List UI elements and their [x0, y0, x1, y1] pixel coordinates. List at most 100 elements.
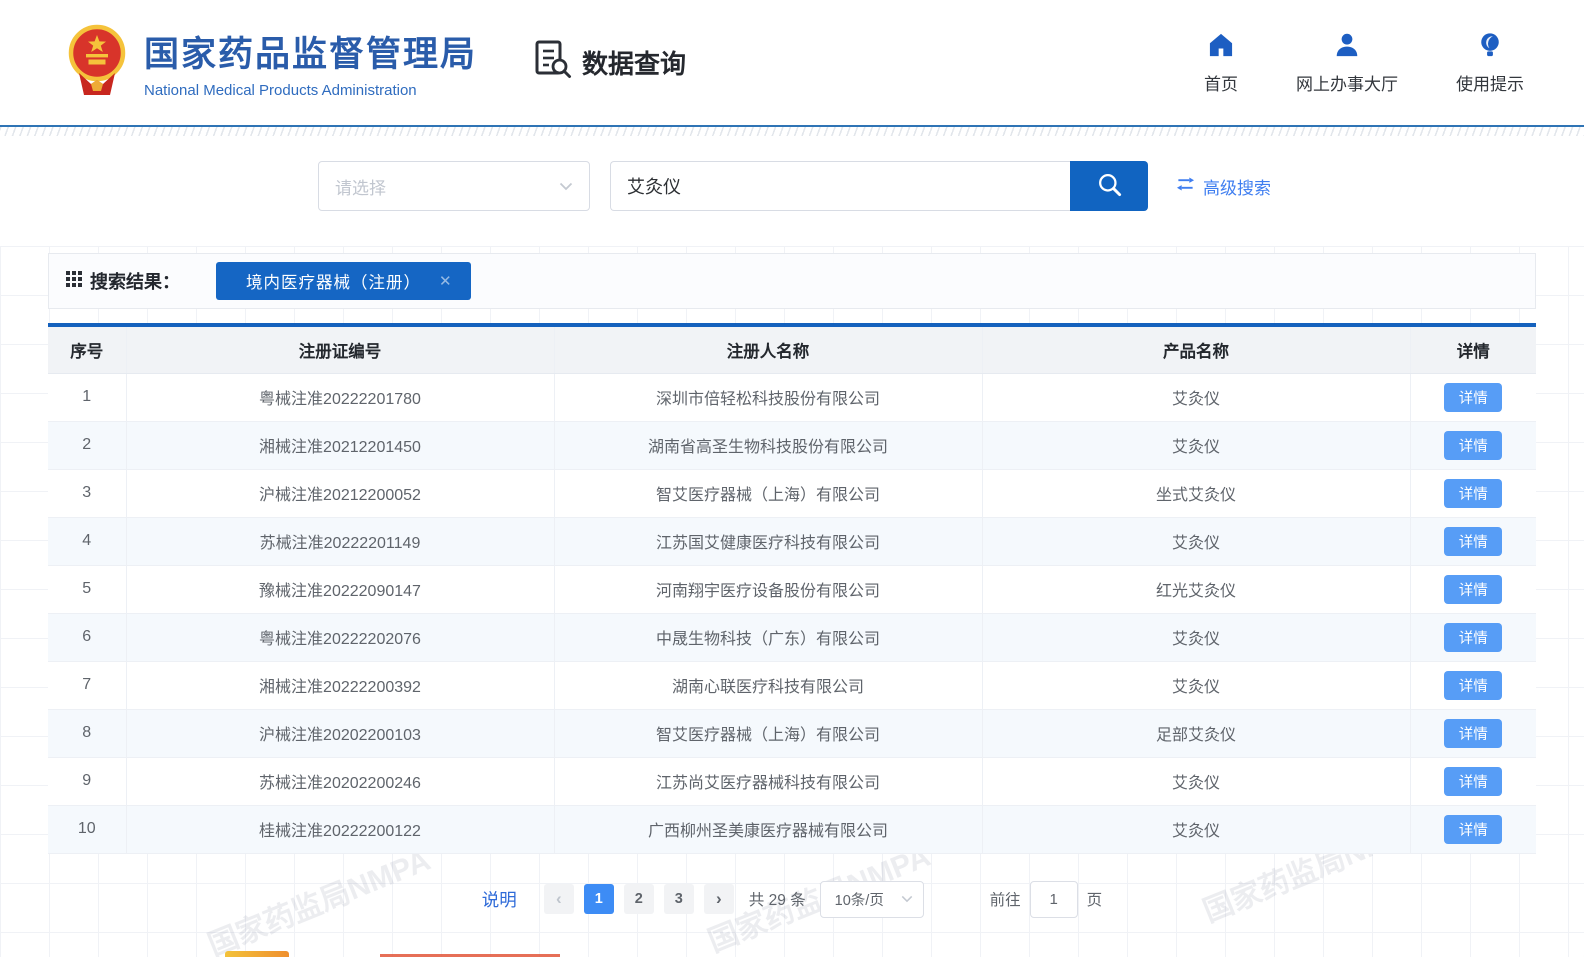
detail-button[interactable]: 详情	[1444, 383, 1502, 412]
table-row: 2 湘械注准20212201450 湖南省高圣生物科技股份有限公司 艾灸仪 详情	[48, 421, 1536, 469]
cell-index: 5	[48, 565, 126, 613]
page-button-2[interactable]: 2	[624, 884, 654, 914]
search-button[interactable]	[1070, 161, 1148, 211]
cell-index: 1	[48, 373, 126, 421]
search-section: 请选择	[0, 136, 1584, 246]
user-icon	[1332, 31, 1362, 64]
cell-product-name: 艾灸仪	[982, 373, 1410, 421]
detail-button[interactable]: 详情	[1444, 431, 1502, 460]
cell-detail: 详情	[1410, 709, 1536, 757]
next-page-button[interactable]: ›	[704, 884, 734, 914]
category-select-placeholder: 请选择	[335, 174, 386, 199]
table-row: 6 粤械注准20222202076 中晟生物科技（广东）有限公司 艾灸仪 详情	[48, 613, 1536, 661]
chevron-down-icon	[559, 176, 573, 196]
cell-registration-number: 桂械注准20222200122	[126, 805, 554, 853]
cell-registrant-name: 中晟生物科技（广东）有限公司	[554, 613, 982, 661]
filter-tag[interactable]: 境内医疗器械（注册） ✕	[216, 262, 471, 300]
filter-tag-label: 境内医疗器械（注册）	[246, 269, 421, 293]
document-search-icon	[532, 39, 572, 86]
advanced-search-link[interactable]: 高级搜索	[1176, 174, 1271, 199]
header: 国家药品监督管理局 National Medical Products Admi…	[0, 0, 1584, 127]
table-row: 5 豫械注准20222090147 河南翔宇医疗设备股份有限公司 红光艾灸仪 详…	[48, 565, 1536, 613]
cell-detail: 详情	[1410, 469, 1536, 517]
cell-product-name: 艾灸仪	[982, 757, 1410, 805]
site-subtitle: National Medical Products Administration	[144, 82, 477, 99]
magnifier-icon	[1096, 171, 1123, 201]
goto-page-unit: 页	[1087, 888, 1103, 910]
brand-text: 国家药品监督管理局 National Medical Products Admi…	[144, 26, 477, 99]
cell-registration-number: 湘械注准20222200392	[126, 661, 554, 709]
cell-product-name: 坐式艾灸仪	[982, 469, 1410, 517]
advanced-search-label: 高级搜索	[1203, 174, 1271, 199]
detail-button[interactable]: 详情	[1444, 527, 1502, 556]
nav-online-hall[interactable]: 网上办事大厅	[1296, 31, 1398, 95]
cell-registrant-name: 智艾医疗器械（上海）有限公司	[554, 709, 982, 757]
cell-registrant-name: 湖南心联医疗科技有限公司	[554, 661, 982, 709]
cell-product-name: 艾灸仪	[982, 517, 1410, 565]
table-row: 4 苏械注准20222201149 江苏国艾健康医疗科技有限公司 艾灸仪 详情	[48, 517, 1536, 565]
page-button-3[interactable]: 3	[664, 884, 694, 914]
col-header-registrant-name: 注册人名称	[554, 325, 982, 373]
category-select[interactable]: 请选择	[318, 161, 590, 211]
cell-index: 6	[48, 613, 126, 661]
detail-button[interactable]: 详情	[1444, 815, 1502, 844]
detail-button[interactable]: 详情	[1444, 719, 1502, 748]
chevron-down-icon	[901, 891, 913, 907]
detail-button[interactable]: 详情	[1444, 671, 1502, 700]
cell-registrant-name: 深圳市倍轻松科技股份有限公司	[554, 373, 982, 421]
nav-home[interactable]: 首页	[1204, 31, 1238, 95]
results-table: 序号 注册证编号 注册人名称 产品名称 详情 1 粤械注准20222201780…	[48, 323, 1536, 854]
col-header-detail: 详情	[1410, 325, 1536, 373]
footer-peek-red	[380, 954, 560, 957]
cell-index: 9	[48, 757, 126, 805]
cell-registration-number: 湘械注准20212201450	[126, 421, 554, 469]
detail-button[interactable]: 详情	[1444, 479, 1502, 508]
sliders-icon	[1176, 175, 1195, 198]
nav-usage-tips[interactable]: 使用提示	[1456, 31, 1524, 95]
nav-online-hall-label: 网上办事大厅	[1296, 70, 1398, 95]
cell-registrant-name: 江苏国艾健康医疗科技有限公司	[554, 517, 982, 565]
table-row: 7 湘械注准20222200392 湖南心联医疗科技有限公司 艾灸仪 详情	[48, 661, 1536, 709]
close-icon[interactable]: ✕	[439, 272, 453, 290]
table-row: 9 苏械注准20202200246 江苏尚艾医疗器械科技有限公司 艾灸仪 详情	[48, 757, 1536, 805]
cell-index: 2	[48, 421, 126, 469]
cell-index: 3	[48, 469, 126, 517]
page-button-1[interactable]: 1	[584, 884, 614, 914]
detail-button[interactable]: 详情	[1444, 623, 1502, 652]
cell-detail: 详情	[1410, 565, 1536, 613]
search-result-label: 搜索结果：	[90, 268, 180, 294]
col-header-registration-number: 注册证编号	[126, 325, 554, 373]
prev-page-button[interactable]: ‹	[544, 884, 574, 914]
lightbulb-icon	[1475, 31, 1505, 64]
cell-detail: 详情	[1410, 805, 1536, 853]
detail-button[interactable]: 详情	[1444, 767, 1502, 796]
col-header-index: 序号	[48, 325, 126, 373]
top-navigation: 首页 网上办事大厅 使	[1204, 31, 1524, 95]
table-row: 1 粤械注准20222201780 深圳市倍轻松科技股份有限公司 艾灸仪 详情	[48, 373, 1536, 421]
detail-button[interactable]: 详情	[1444, 575, 1502, 604]
cell-index: 8	[48, 709, 126, 757]
brand-logo[interactable]: 国家药品监督管理局 National Medical Products Admi…	[65, 23, 477, 102]
page-size-select[interactable]: 10条/页	[820, 881, 924, 918]
cell-registration-number: 沪械注准20202200103	[126, 709, 554, 757]
search-input-group	[610, 161, 1148, 211]
cell-registration-number: 粤械注准20222201780	[126, 373, 554, 421]
home-icon	[1206, 31, 1236, 64]
page: 国家药品监督管理局 National Medical Products Admi…	[0, 0, 1584, 957]
search-input[interactable]	[610, 161, 1070, 211]
cell-registrant-name: 湖南省高圣生物科技股份有限公司	[554, 421, 982, 469]
nav-usage-tips-label: 使用提示	[1456, 70, 1524, 95]
cell-registrant-name: 智艾医疗器械（上海）有限公司	[554, 469, 982, 517]
cell-product-name: 足部艾灸仪	[982, 709, 1410, 757]
col-header-product-name: 产品名称	[982, 325, 1410, 373]
total-count: 共 29 条	[749, 888, 806, 910]
content-area: 搜索结果： 境内医疗器械（注册） ✕ 序号 注册证编号 注册人名称 产品名称 详…	[0, 246, 1584, 957]
goto-page-input[interactable]	[1030, 881, 1078, 918]
note-link[interactable]: 说明	[482, 887, 517, 912]
nav-home-label: 首页	[1204, 70, 1238, 95]
cell-product-name: 艾灸仪	[982, 421, 1410, 469]
cell-product-name: 艾灸仪	[982, 661, 1410, 709]
data-query-title: 数据查询	[532, 39, 686, 86]
cell-detail: 详情	[1410, 373, 1536, 421]
cell-detail: 详情	[1410, 517, 1536, 565]
